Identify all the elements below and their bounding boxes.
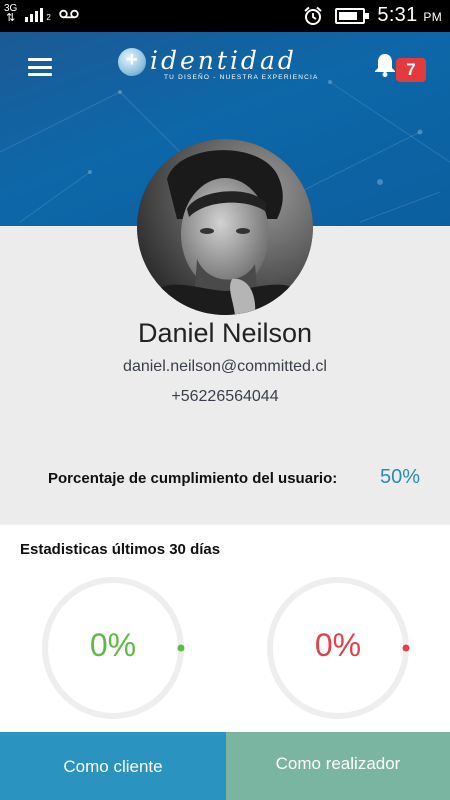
status-bar: 3G ⇅ 2 5:31 PM <box>0 0 450 32</box>
maker-stat-ring: 0% <box>265 575 411 721</box>
logo-tagline: TU DISEÑO - NUESTRA EXPERIENCIA <box>164 74 319 81</box>
signal-icon: 2 <box>25 6 51 22</box>
user-email: daniel.neilson@committed.cl <box>123 358 327 375</box>
battery-icon <box>335 7 370 24</box>
menu-button[interactable] <box>28 58 52 76</box>
user-name: Daniel Neilson <box>137 318 313 348</box>
compliance-value: 50% <box>380 466 421 488</box>
clock-time: 5:31 <box>377 4 418 26</box>
logo-wordmark: identidad <box>150 46 297 75</box>
clock-ampm: PM <box>423 10 442 24</box>
stats-panel: Estadisticas últimos 30 días 0% 0% <box>0 525 450 732</box>
app-logo: identidad TU DISEÑO - NUESTRA EXPERIENCI… <box>118 46 322 86</box>
notification-badge[interactable]: 7 <box>396 58 426 82</box>
tab-como-realizador[interactable]: Como realizador <box>226 732 450 800</box>
avatar-photo <box>137 139 313 315</box>
alarm-icon <box>304 6 323 25</box>
clock: 5:31 PM <box>377 4 442 27</box>
client-stat-value: 0% <box>89 627 137 663</box>
compliance-label: Porcentaje de cumplimiento del usuario: <box>48 470 338 487</box>
client-stat-ring: 0% <box>40 575 186 721</box>
user-phone: +56226564044 <box>171 388 279 405</box>
avatar <box>137 139 313 315</box>
tab-como-cliente[interactable]: Como cliente <box>0 732 226 800</box>
network-indicator: 3G ⇅ <box>4 3 18 24</box>
maker-stat-value: 0% <box>314 627 362 663</box>
logo-globe-icon <box>118 48 146 76</box>
voicemail-icon <box>59 9 79 18</box>
sim-slot: 2 <box>46 12 51 22</box>
bell-icon[interactable] <box>372 52 398 78</box>
stats-title: Estadisticas últimos 30 días <box>20 541 221 558</box>
